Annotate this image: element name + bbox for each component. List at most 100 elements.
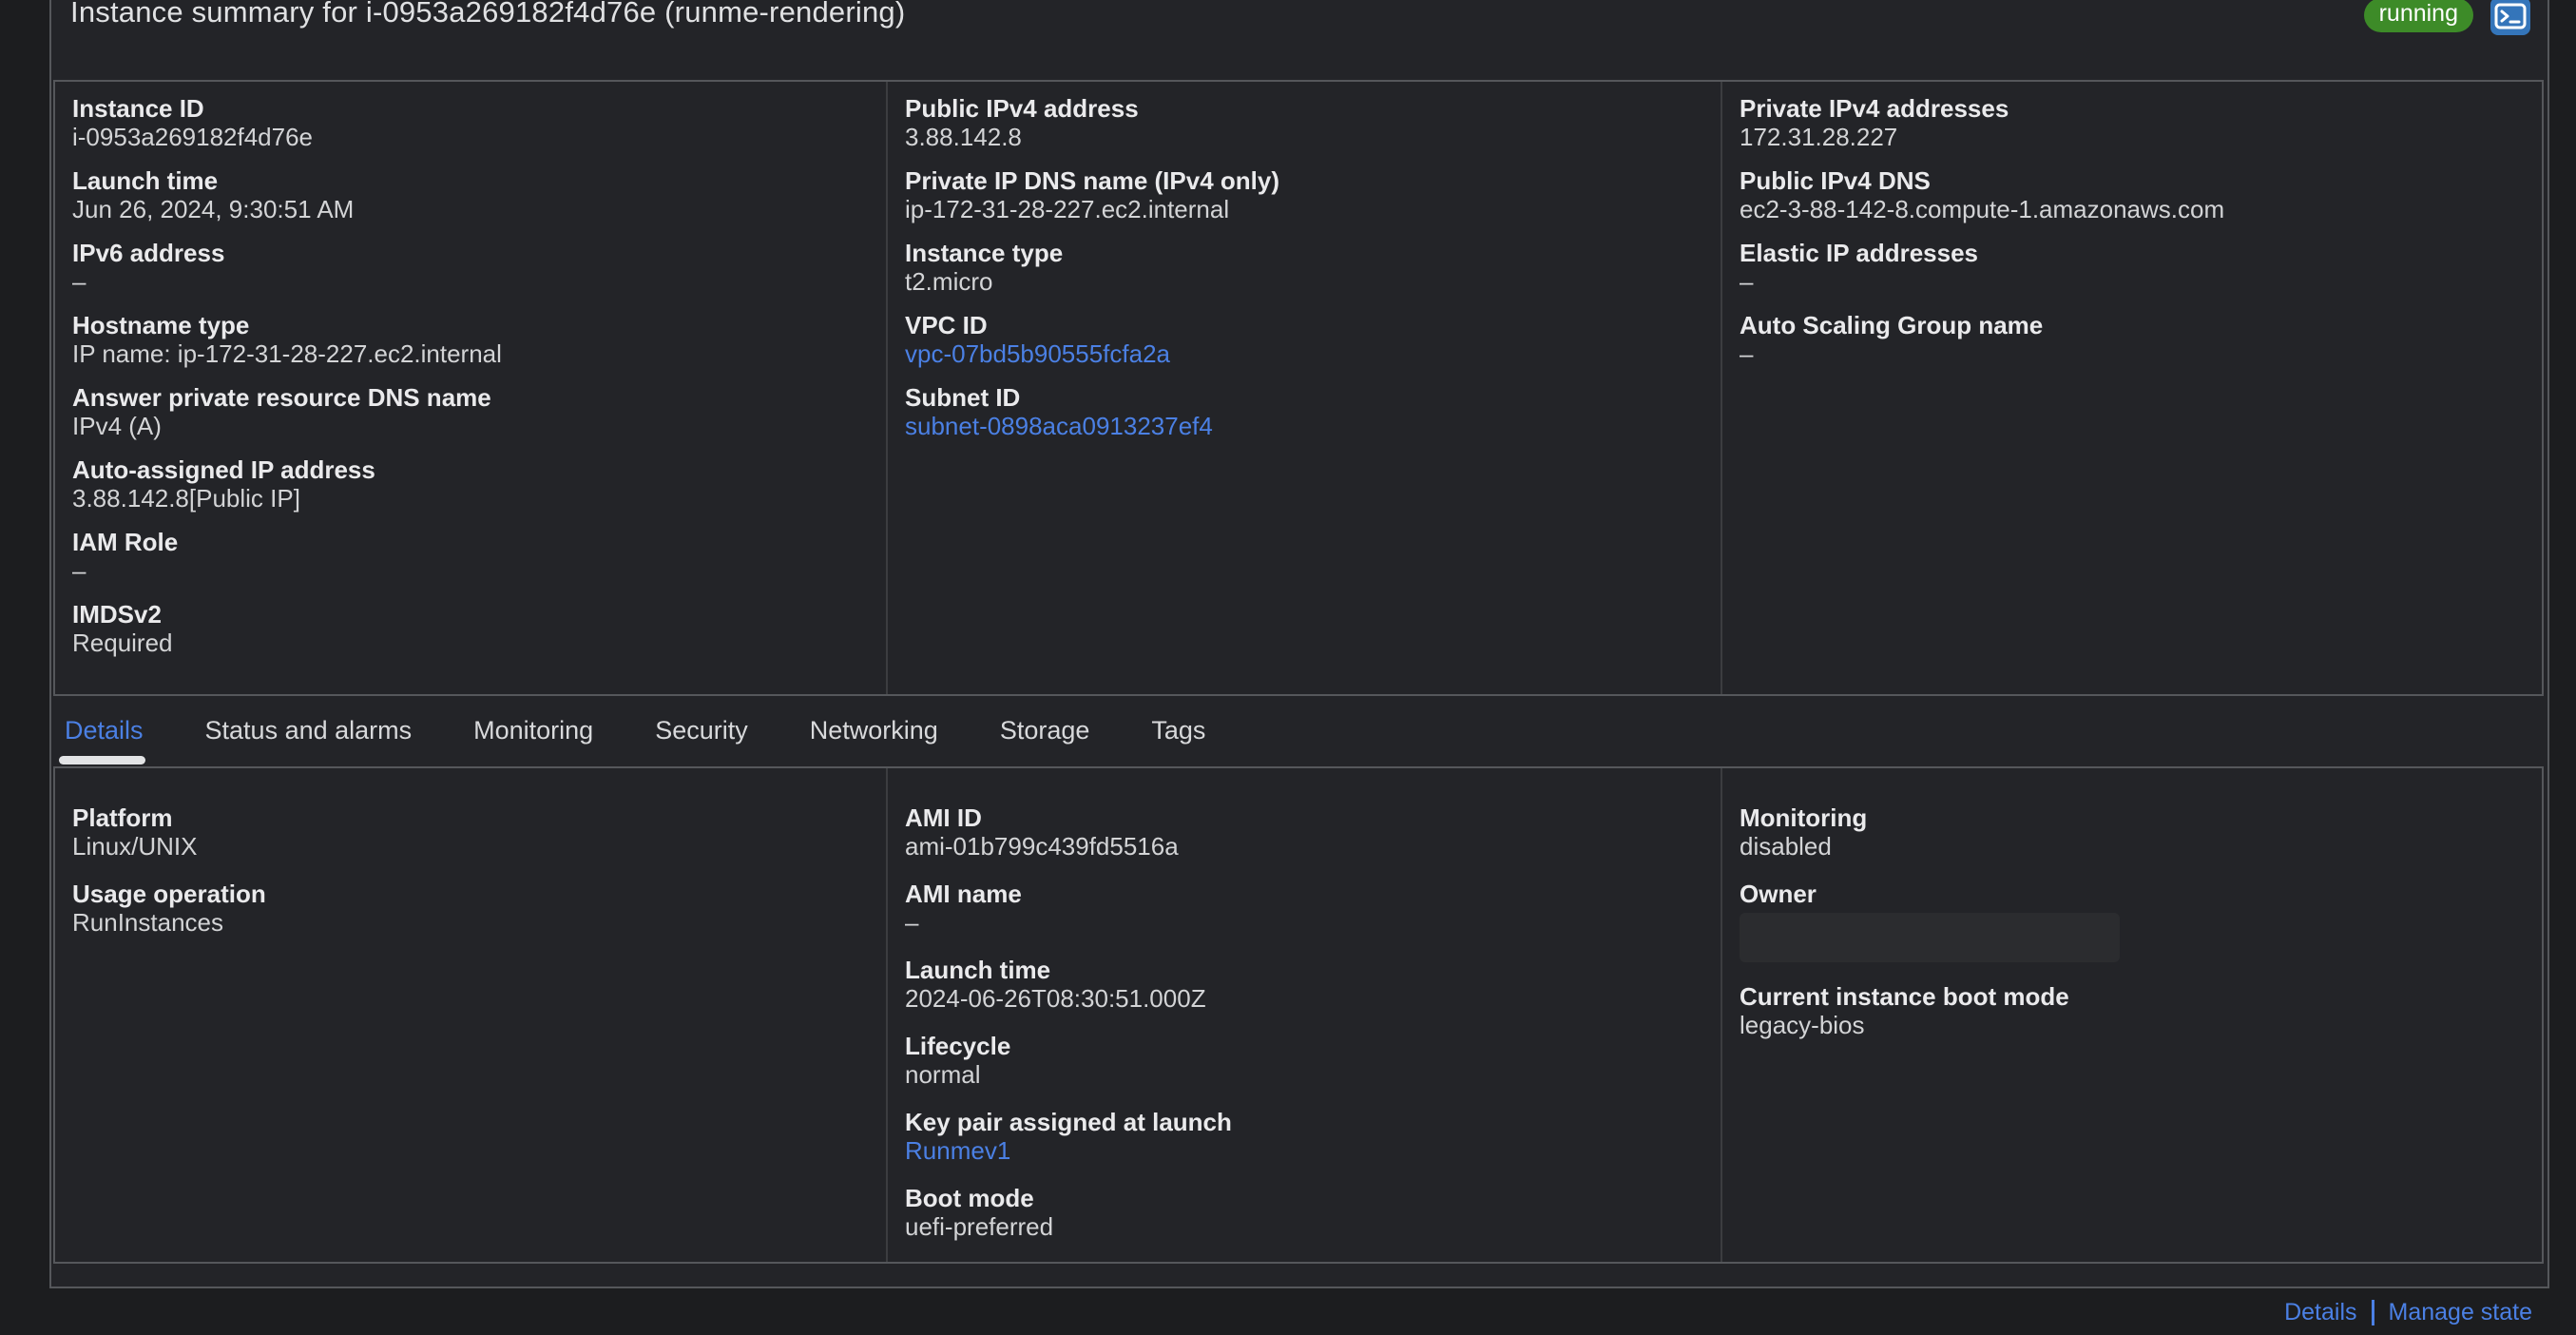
field-label: AMI name [905,880,1022,908]
field-value: 3.88.142.8 [905,123,1022,151]
field-label: Private IP DNS name (IPv4 only) [905,166,1279,195]
field-private-ip-dns-name-ipv4-only-: Private IP DNS name (IPv4 only) ip-172-31… [905,167,1698,222]
field-hostname-type: Hostname type IP name: ip-172-31-28-227.e… [72,312,863,367]
field-label: Elastic IP addresses [1740,239,1979,267]
field-value: Linux/UNIX [72,832,198,861]
field-label: Usage operation [72,880,266,908]
field-label: IPv6 address [72,239,225,267]
field-value: 2024-06-26T08:30:51.000Z [905,984,1206,1013]
summary-box: Instance ID i-0953a269182f4d76e Launch tim… [53,80,2544,696]
field-value: – [72,556,87,585]
tab-monitoring[interactable]: Monitoring [473,696,593,764]
tab-details[interactable]: Details [59,696,145,764]
field-lifecycle: Lifecycle normal [905,1033,1698,1088]
tab-security[interactable]: Security [655,696,748,764]
field-public-ipv4-dns: Public IPv4 DNS ec2-3-88-142-8.compute-1.… [1740,167,2519,222]
field-label: Boot mode [905,1184,1034,1212]
field-usage-operation: Usage operation RunInstances [72,880,863,936]
field-value: disabled [1740,832,1832,861]
field-label: Lifecycle [905,1032,1011,1060]
tab-storage[interactable]: Storage [1000,696,1090,764]
page-title: Instance summary for i-0953a269182f4d76e… [70,0,906,29]
instance-summary-panel: Instance summary for i-0953a269182f4d76e… [49,0,2549,1288]
field-ami-name: AMI name – [905,880,1698,936]
field-label: Public IPv4 DNS [1740,166,1931,195]
field-value-link[interactable]: subnet-0898aca0913237ef4 [905,413,1698,439]
field-imdsv2: IMDSv2 Required [72,601,863,656]
field-boot-mode: Boot mode uefi-preferred [905,1185,1698,1240]
field-instance-type: Instance type t2.micro [905,240,1698,295]
field-value: 172.31.28.227 [1740,123,1898,151]
footer-details-link[interactable]: Details [2284,1299,2356,1326]
field-value: uefi-preferred [905,1212,1054,1241]
field-label: AMI ID [905,803,982,832]
field-current-instance-boot-mode: Current instance boot mode legacy-bios [1740,983,2519,1038]
field-label: Launch time [905,956,1051,984]
field-label: Instance ID [72,94,204,123]
field-value: IPv4 (A) [72,412,162,440]
field-label: Hostname type [72,311,250,339]
tab-bar: Details Status and alarms Monitoring Securi… [53,696,2544,764]
field-value: – [72,267,87,296]
tab-status-and-alarms[interactable]: Status and alarms [205,696,413,764]
field-value-link[interactable]: Runmev1 [905,1137,1698,1164]
summary-column-1: Instance ID i-0953a269182f4d76e Launch tim… [55,82,888,694]
field-instance-id: Instance ID i-0953a269182f4d76e [72,95,863,150]
field-label: Current instance boot mode [1740,982,2069,1011]
field-public-ipv4-address: Public IPv4 address 3.88.142.8 [905,95,1698,150]
footer-manage-state-link[interactable]: Manage state [2389,1299,2533,1326]
field-value: normal [905,1060,981,1089]
field-value: ami-01b799c439fd5516a [905,832,1179,861]
field-value: – [1740,267,1754,296]
field-vpc-id: VPC ID vpc-07bd5b90555fcfa2a [905,312,1698,367]
field-label: Key pair assigned at launch [905,1108,1232,1136]
summary-column-2: Public IPv4 address 3.88.142.8 Private IP … [888,82,1722,694]
field-label: Monitoring [1740,803,1868,832]
field-ami-id: AMI ID ami-01b799c439fd5516a [905,804,1698,860]
field-value: legacy-bios [1740,1011,1865,1039]
details-box: Platform Linux/UNIX Usage operation RunInst… [53,766,2544,1264]
tab-networking[interactable]: Networking [810,696,938,764]
field-owner: Owner [1740,880,2519,962]
field-auto-assigned-ip-address: Auto-assigned IP address 3.88.142.8[Publi… [72,456,863,512]
field-value: ip-172-31-28-227.ec2.internal [905,195,1230,223]
summary-column-3: Private IPv4 addresses 172.31.28.227 Publi… [1722,82,2542,694]
field-iam-role: IAM Role – [72,529,863,584]
field-value-link[interactable]: vpc-07bd5b90555fcfa2a [905,340,1698,367]
field-key-pair-assigned-at-launch: Key pair assigned at launch Runmev1 [905,1109,1698,1164]
field-elastic-ip-addresses: Elastic IP addresses – [1740,240,2519,295]
field-value: ec2-3-88-142-8.compute-1.amazonaws.com [1740,195,2225,223]
field-answer-private-resource-dns-name: Answer private resource DNS name IPv4 (A) [72,384,863,439]
field-label: Private IPv4 addresses [1740,94,2009,123]
details-column-3: Monitoring disabled Owner Current instance … [1722,768,2542,1262]
connect-terminal-button[interactable] [2490,0,2530,35]
field-label: Public IPv4 address [905,94,1139,123]
status-badge: running [2363,0,2473,32]
field-value: 3.88.142.8[Public IP] [72,484,300,513]
field-subnet-id: Subnet ID subnet-0898aca0913237ef4 [905,384,1698,439]
field-launch-time: Launch time Jun 26, 2024, 9:30:51 AM [72,167,863,222]
field-value: – [1740,339,1754,368]
field-platform: Platform Linux/UNIX [72,804,863,860]
field-value: t2.micro [905,267,993,296]
field-label: IMDSv2 [72,600,162,629]
redacted-value [1740,913,2120,962]
details-column-2: AMI ID ami-01b799c439fd5516a AMI name – Laun… [888,768,1722,1262]
field-label: Auto-assigned IP address [72,455,375,484]
field-private-ipv4-addresses: Private IPv4 addresses 172.31.28.227 [1740,95,2519,150]
field-label: Subnet ID [905,383,1021,412]
field-label: Launch time [72,166,219,195]
field-value: – [905,908,919,937]
field-label: Answer private resource DNS name [72,383,491,412]
tab-tags[interactable]: Tags [1151,696,1205,764]
field-label: Instance type [905,239,1064,267]
footer-actions: Details Manage state [2284,1299,2532,1326]
terminal-icon [2494,3,2527,29]
field-value: Jun 26, 2024, 9:30:51 AM [72,195,355,223]
field-label: Platform [72,803,173,832]
field-ipv6-address: IPv6 address – [72,240,863,295]
field-value: IP name: ip-172-31-28-227.ec2.internal [72,339,502,368]
field-label: Owner [1740,880,1817,908]
field-label: IAM Role [72,528,179,556]
field-value: i-0953a269182f4d76e [72,123,314,151]
